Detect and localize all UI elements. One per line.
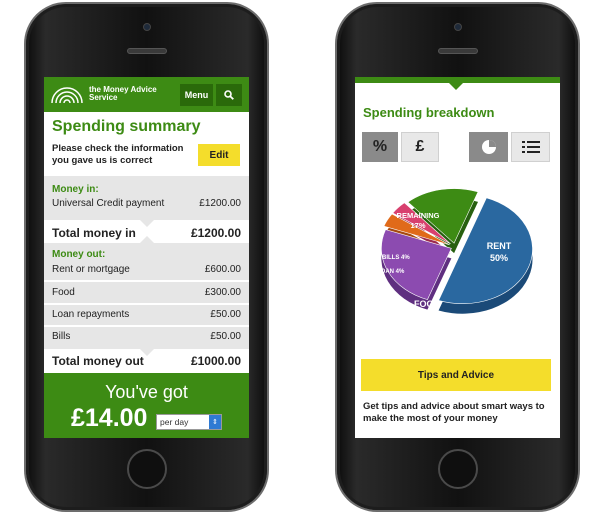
speaker	[126, 48, 167, 54]
money-in-row: Universal Credit payment £1200.00	[52, 198, 241, 209]
total-money-out: Total money out £1000.00	[52, 354, 241, 368]
logo-text: the Money Advice Service	[89, 85, 157, 102]
phone-left: the Money Advice Service Menu Spending s…	[26, 4, 267, 510]
search-icon	[224, 90, 234, 100]
period-selected-value: per day	[160, 417, 189, 427]
slice-label-rent: RENT	[487, 241, 512, 251]
row-label: Food	[52, 287, 75, 298]
total-in-label: Total money in	[52, 226, 136, 240]
slice-value-remaining: 17%	[410, 221, 425, 230]
loan-name: LOAN	[377, 269, 394, 275]
row-value: £1200.00	[199, 198, 241, 209]
spending-pie-chart: RENT 50% FOOD 25% REMAINING 17% BILLS 4%…	[377, 188, 533, 321]
app-header: the Money Advice Service Menu	[44, 77, 249, 112]
page-title: Spending breakdown	[363, 105, 495, 120]
result-label: You've got	[105, 382, 188, 402]
pound-toggle[interactable]: £	[401, 132, 439, 162]
list-icon	[521, 141, 540, 153]
slice-label-bills: BILLS 4%	[382, 255, 410, 261]
money-out-heading: Money out:	[52, 249, 106, 260]
total-in-value: £1200.00	[190, 226, 241, 240]
money-out-row: Food £300.00	[52, 287, 241, 298]
row-label: Rent or mortgage	[52, 264, 130, 275]
list-view-toggle[interactable]	[511, 132, 550, 162]
row-label: Bills	[52, 331, 71, 342]
camera	[453, 23, 462, 31]
row-value: £300.00	[204, 287, 241, 298]
screen-left: the Money Advice Service Menu Spending s…	[44, 77, 249, 438]
money-out-row: Rent or mortgage £600.00	[52, 264, 241, 275]
row-value: £50.00	[210, 309, 241, 320]
total-out-value: £1000.00	[190, 354, 241, 368]
row-divider	[44, 303, 249, 305]
pie-view-toggle[interactable]	[469, 132, 508, 162]
pie-chart-icon	[481, 140, 496, 154]
loan-pct: 4%	[396, 269, 405, 275]
row-label: Loan repayments	[52, 309, 130, 320]
slice-value-food: 25%	[418, 311, 436, 321]
slice-label-remaining: REMAINING	[397, 211, 440, 220]
result-amount: £14.00	[71, 404, 148, 432]
menu-button[interactable]: Menu	[180, 84, 213, 106]
tips-description: Get tips and advice about smart ways to …	[363, 401, 545, 424]
screen-right: Spending breakdown % £ RENT 50% FOOD 25%…	[355, 77, 560, 438]
money-out-row: Bills £50.00	[52, 331, 241, 342]
percent-toggle[interactable]: %	[362, 132, 398, 162]
period-select[interactable]: per day ⇕	[156, 414, 222, 430]
select-arrows-icon: ⇕	[209, 415, 221, 429]
camera	[142, 23, 151, 31]
total-out-label: Total money out	[52, 354, 144, 368]
row-value: £600.00	[204, 264, 241, 275]
page-title: Spending summary	[52, 118, 201, 135]
search-button[interactable]	[216, 84, 242, 106]
row-divider	[44, 325, 249, 327]
slice-label-food: FOOD	[414, 299, 440, 309]
result-panel: You've got £14.00 per day ⇕	[44, 373, 249, 438]
rainbow-logo-icon[interactable]	[50, 85, 84, 105]
bills-name: BILLS	[382, 255, 399, 261]
speaker	[437, 48, 478, 54]
home-button[interactable]	[437, 449, 478, 489]
bills-pct: 4%	[401, 255, 410, 261]
home-button[interactable]	[126, 449, 167, 489]
slice-label-loan: LOAN 4%	[377, 269, 405, 275]
check-info-text: Please check the information you gave us…	[52, 143, 184, 166]
row-value: £50.00	[210, 331, 241, 342]
money-in-heading: Money in:	[52, 184, 99, 195]
top-notch	[449, 83, 463, 90]
row-label: Universal Credit payment	[52, 198, 165, 209]
money-out-row: Loan repayments £50.00	[52, 309, 241, 320]
row-divider	[44, 280, 249, 282]
section-notch	[140, 236, 154, 243]
phone-right: Spending breakdown % £ RENT 50% FOOD 25%…	[337, 4, 578, 510]
tips-advice-button[interactable]: Tips and Advice	[361, 359, 551, 391]
edit-button[interactable]: Edit	[198, 144, 240, 166]
slice-value-rent: 50%	[490, 253, 508, 263]
